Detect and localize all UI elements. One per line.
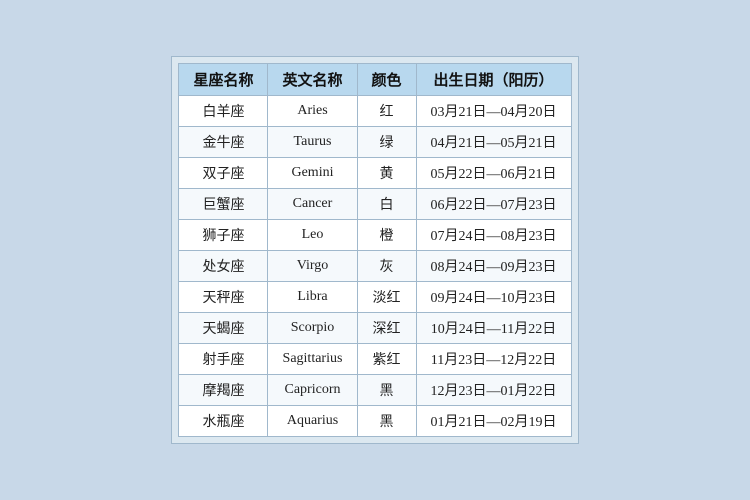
- table-cell-r4-c0: 狮子座: [179, 220, 268, 251]
- table-cell-r10-c2: 黑: [357, 406, 416, 437]
- table-cell-r6-c0: 天秤座: [179, 282, 268, 313]
- table-cell-r5-c1: Virgo: [268, 251, 357, 282]
- table-cell-r0-c0: 白羊座: [179, 96, 268, 127]
- table-cell-r6-c3: 09月24日—10月23日: [416, 282, 571, 313]
- table-cell-r3-c0: 巨蟹座: [179, 189, 268, 220]
- table-cell-r7-c0: 天蝎座: [179, 313, 268, 344]
- table-cell-r2-c0: 双子座: [179, 158, 268, 189]
- table-cell-r10-c0: 水瓶座: [179, 406, 268, 437]
- col-header-2: 颜色: [357, 64, 416, 96]
- table-cell-r4-c2: 橙: [357, 220, 416, 251]
- table-row: 白羊座Aries红03月21日—04月20日: [179, 96, 571, 127]
- table-cell-r8-c2: 紫红: [357, 344, 416, 375]
- table-cell-r0-c1: Aries: [268, 96, 357, 127]
- table-cell-r2-c1: Gemini: [268, 158, 357, 189]
- zodiac-table: 星座名称英文名称颜色出生日期（阳历） 白羊座Aries红03月21日—04月20…: [178, 63, 571, 437]
- table-cell-r10-c1: Aquarius: [268, 406, 357, 437]
- table-cell-r6-c2: 淡红: [357, 282, 416, 313]
- table-wrapper: 星座名称英文名称颜色出生日期（阳历） 白羊座Aries红03月21日—04月20…: [171, 56, 578, 444]
- table-cell-r1-c2: 绿: [357, 127, 416, 158]
- col-header-1: 英文名称: [268, 64, 357, 96]
- table-cell-r4-c1: Leo: [268, 220, 357, 251]
- table-cell-r10-c3: 01月21日—02月19日: [416, 406, 571, 437]
- table-row: 处女座Virgo灰08月24日—09月23日: [179, 251, 571, 282]
- table-cell-r2-c3: 05月22日—06月21日: [416, 158, 571, 189]
- col-header-0: 星座名称: [179, 64, 268, 96]
- table-cell-r9-c0: 摩羯座: [179, 375, 268, 406]
- table-cell-r8-c1: Sagittarius: [268, 344, 357, 375]
- table-row: 摩羯座Capricorn黑12月23日—01月22日: [179, 375, 571, 406]
- table-cell-r9-c2: 黑: [357, 375, 416, 406]
- table-body: 白羊座Aries红03月21日—04月20日金牛座Taurus绿04月21日—0…: [179, 96, 571, 437]
- table-cell-r3-c3: 06月22日—07月23日: [416, 189, 571, 220]
- table-cell-r8-c3: 11月23日—12月22日: [416, 344, 571, 375]
- table-header-row: 星座名称英文名称颜色出生日期（阳历）: [179, 64, 571, 96]
- table-row: 金牛座Taurus绿04月21日—05月21日: [179, 127, 571, 158]
- table-cell-r1-c1: Taurus: [268, 127, 357, 158]
- table-cell-r7-c2: 深红: [357, 313, 416, 344]
- table-cell-r1-c3: 04月21日—05月21日: [416, 127, 571, 158]
- table-row: 巨蟹座Cancer白06月22日—07月23日: [179, 189, 571, 220]
- table-cell-r8-c0: 射手座: [179, 344, 268, 375]
- table-cell-r7-c1: Scorpio: [268, 313, 357, 344]
- table-cell-r1-c0: 金牛座: [179, 127, 268, 158]
- table-cell-r7-c3: 10月24日—11月22日: [416, 313, 571, 344]
- table-cell-r9-c3: 12月23日—01月22日: [416, 375, 571, 406]
- table-row: 狮子座Leo橙07月24日—08月23日: [179, 220, 571, 251]
- table-row: 水瓶座Aquarius黑01月21日—02月19日: [179, 406, 571, 437]
- table-cell-r0-c3: 03月21日—04月20日: [416, 96, 571, 127]
- table-cell-r0-c2: 红: [357, 96, 416, 127]
- table-cell-r5-c0: 处女座: [179, 251, 268, 282]
- table-row: 双子座Gemini黄05月22日—06月21日: [179, 158, 571, 189]
- table-cell-r6-c1: Libra: [268, 282, 357, 313]
- table-row: 天蝎座Scorpio深红10月24日—11月22日: [179, 313, 571, 344]
- table-cell-r4-c3: 07月24日—08月23日: [416, 220, 571, 251]
- table-cell-r5-c3: 08月24日—09月23日: [416, 251, 571, 282]
- table-cell-r2-c2: 黄: [357, 158, 416, 189]
- col-header-3: 出生日期（阳历）: [416, 64, 571, 96]
- table-cell-r3-c1: Cancer: [268, 189, 357, 220]
- table-cell-r9-c1: Capricorn: [268, 375, 357, 406]
- table-cell-r3-c2: 白: [357, 189, 416, 220]
- table-cell-r5-c2: 灰: [357, 251, 416, 282]
- table-row: 天秤座Libra淡红09月24日—10月23日: [179, 282, 571, 313]
- table-row: 射手座Sagittarius紫红11月23日—12月22日: [179, 344, 571, 375]
